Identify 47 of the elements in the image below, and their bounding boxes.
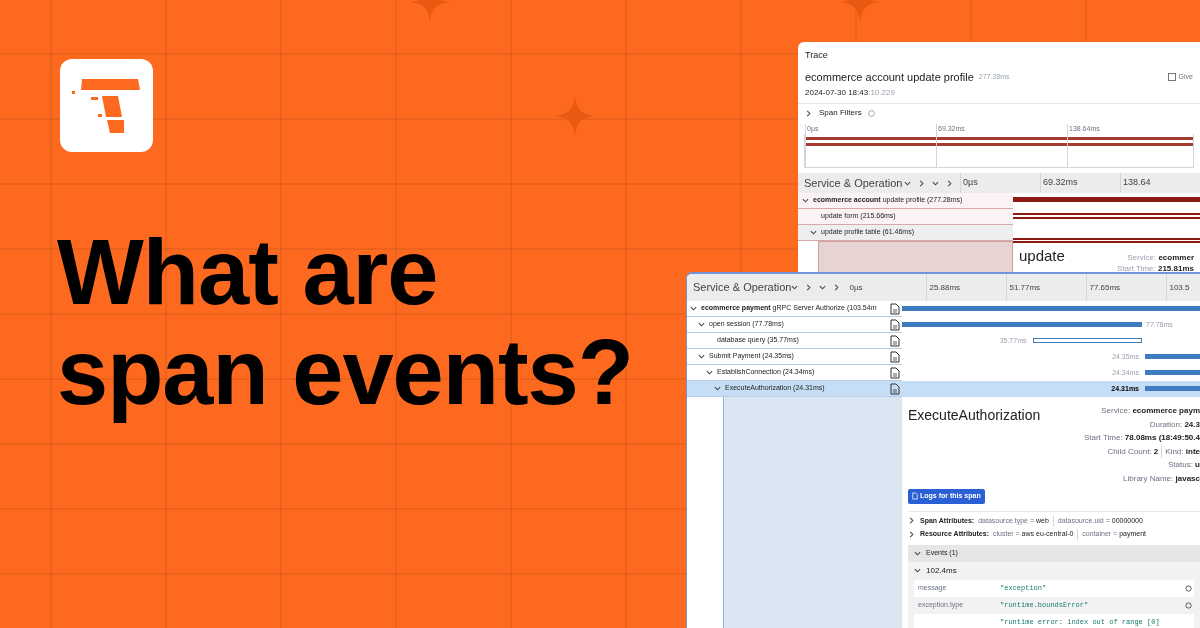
document-icon[interactable]: [890, 350, 900, 363]
chevron-icon[interactable]: [914, 549, 922, 557]
tick-label: 51.77ms: [1007, 274, 1088, 301]
tick-label: 138.64: [1120, 173, 1200, 193]
info-icon: [867, 109, 875, 117]
column-title: Service & Operation: [693, 280, 792, 296]
document-icon[interactable]: [890, 334, 900, 347]
span-filters-toggle[interactable]: Span Filters: [819, 107, 862, 119]
document-icon[interactable]: [890, 382, 900, 395]
event-time[interactable]: 102.4ms: [926, 564, 957, 577]
chevron-icon[interactable]: [914, 567, 922, 574]
span-field: Library Name: javasc: [1123, 472, 1200, 485]
span-field: Duration: 24.3: [1149, 418, 1200, 431]
tick-label: 25.88ms: [927, 274, 1008, 301]
tick-label: 0µs: [847, 274, 928, 301]
trace-date-ms: :10.229: [868, 87, 895, 99]
logo-icon: [60, 59, 153, 152]
chevron-icon[interactable]: [698, 321, 706, 328]
chevron-icon[interactable]: [698, 353, 706, 360]
span-field: Start Time: 215.81ms: [1117, 263, 1194, 274]
span-field: Status: u: [1167, 459, 1200, 472]
chevron-icon[interactable]: [802, 197, 810, 204]
tick-label: 69.32ms: [1040, 173, 1120, 193]
span-field: Kind: inte: [1161, 445, 1200, 458]
panel-title: Trace: [805, 49, 829, 62]
span-field: Service: ecommerce paym: [1101, 405, 1200, 418]
tick-label: 103.5: [1168, 281, 1191, 294]
span-field: Service: ecommer: [1127, 252, 1194, 263]
chevron-icon[interactable]: [805, 109, 813, 117]
trace-name: ecommerce account update profile: [805, 69, 974, 85]
chevron-icon[interactable]: [706, 369, 714, 376]
document-icon[interactable]: [890, 318, 900, 331]
span-field: Start Time: 78.08ms (18:49:50.4: [1083, 432, 1200, 445]
document-icon[interactable]: [890, 366, 900, 379]
chevron-icon[interactable]: [810, 229, 818, 236]
feedback-icon: [1167, 72, 1176, 81]
document-icon[interactable]: [890, 302, 900, 315]
column-title: Service & Operation: [804, 175, 903, 191]
tick-label: 77.65ms: [1087, 274, 1168, 301]
span-field: Child Count: 2: [1107, 445, 1159, 458]
headline: What are: [57, 222, 439, 322]
headline: span events?: [57, 322, 633, 422]
chevron-icon[interactable]: [690, 305, 698, 312]
chevron-icon[interactable]: [714, 385, 722, 392]
span-title: ExecuteAuthorization: [908, 406, 1041, 425]
span-title: update: [1019, 247, 1065, 266]
document-icon: [912, 492, 918, 501]
